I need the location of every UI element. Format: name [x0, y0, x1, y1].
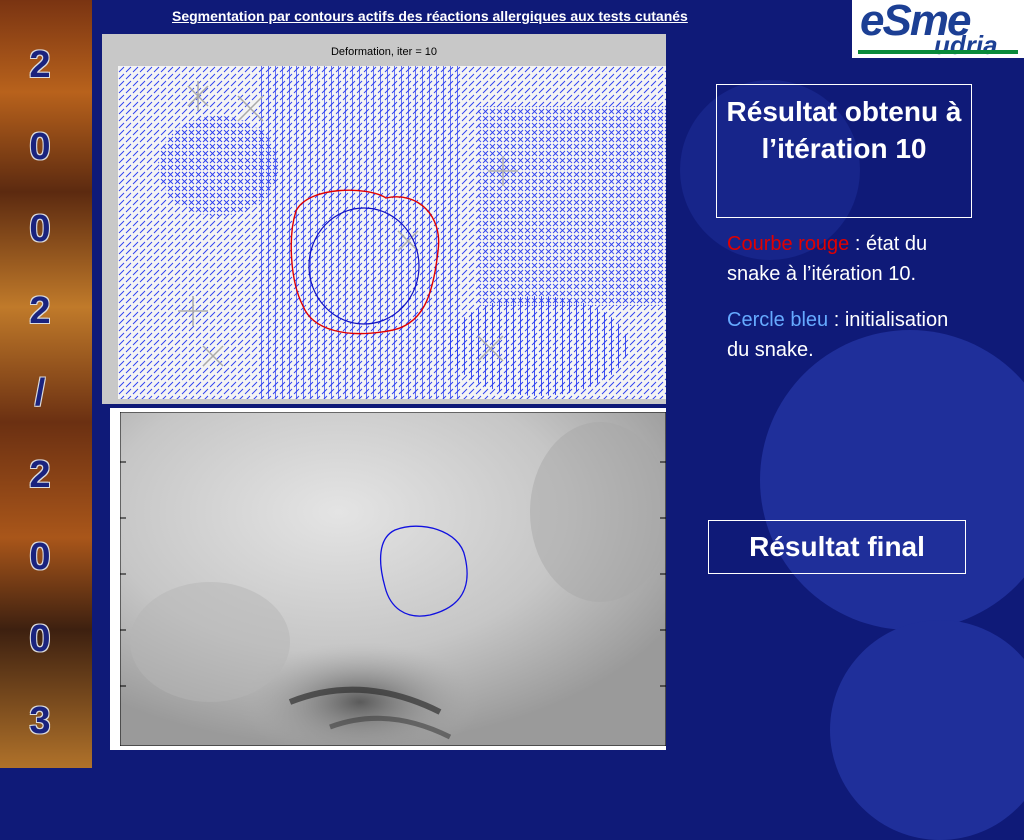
figure-title: Deformation, iter = 10 [330, 46, 438, 58]
year-char: 3 [29, 700, 51, 742]
background-gear [830, 620, 1024, 840]
academic-year: 2 0 0 2 / 2 0 0 3 [0, 24, 80, 762]
year-char: 2 [29, 44, 51, 86]
blue-circle-label: Cercle bleu [727, 309, 829, 331]
year-char: 0 [29, 126, 51, 168]
skin-grayscale-image [120, 412, 666, 746]
red-curve-label: Courbe rouge [727, 233, 850, 255]
background-gear [760, 330, 1024, 630]
year-char: 0 [29, 208, 51, 250]
esme-sudria-logo: eSme udria [852, 0, 1024, 60]
year-char: 2 [29, 454, 51, 496]
logo-underline [858, 50, 1018, 54]
year-char: 0 [29, 618, 51, 660]
logo-sub-text: udria [934, 30, 998, 60]
red-curve-separator: : [849, 233, 866, 255]
deformation-figure: Deformation, iter = 10 [102, 34, 666, 404]
year-char: / [34, 372, 46, 414]
final-result-box: Résultat final [708, 520, 966, 574]
red-curve-text: snake à l’itération 10. [727, 263, 917, 285]
year-char: 0 [29, 536, 51, 578]
blue-circle-text: du snake. [727, 339, 814, 361]
final-result-figure [110, 408, 666, 750]
red-curve-description: Courbe rouge : état du snake à l’itérati… [727, 229, 927, 289]
iteration-result-box: Résultat obtenu à l’itération 10 [716, 84, 972, 218]
red-curve-text: état du [865, 233, 928, 255]
slide-title: Segmentation par contours actifs des réa… [172, 8, 688, 24]
blue-circle-description: Cercle bleu : initialisation du snake. [727, 305, 948, 365]
blue-circle-text: : initialisation [828, 309, 949, 331]
year-char: 2 [29, 290, 51, 332]
vector-field-plot [118, 66, 666, 399]
